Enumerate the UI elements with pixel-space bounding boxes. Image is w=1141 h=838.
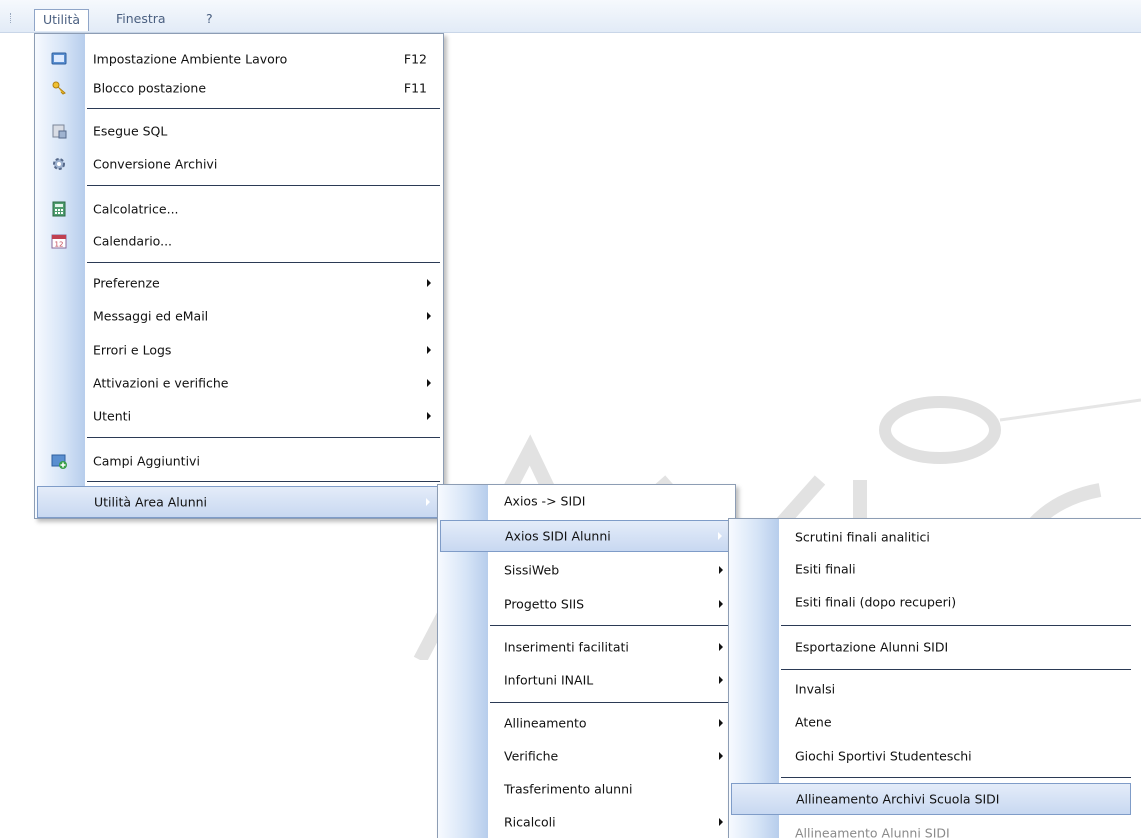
menu-separator xyxy=(781,669,1131,670)
menu-separator xyxy=(490,702,732,703)
menu-item-inserimenti-facilitati[interactable]: Inserimenti facilitati xyxy=(440,632,733,662)
menu-separator xyxy=(87,481,440,482)
add-field-icon xyxy=(51,454,67,469)
menu-item-preferenze[interactable]: Preferenze xyxy=(37,268,441,298)
menu-item-esegue-sql[interactable]: Esegue SQL xyxy=(37,116,441,146)
menubar: Utilità Finestra ? xyxy=(0,0,1141,33)
utilita-dropdown-menu: Impostazione Ambiente Lavoro F12 Blocco … xyxy=(34,33,444,519)
menu-item-esiti-finali[interactable]: Esiti finali xyxy=(731,554,1139,584)
submenu-arrow-icon xyxy=(427,412,431,420)
menu-item-attivazioni-e-verifiche[interactable]: Attivazioni e verifiche xyxy=(37,368,441,398)
submenu-arrow-icon xyxy=(427,312,431,320)
monitor-settings-icon xyxy=(51,52,67,65)
menu-item-progetto-siis[interactable]: Progetto SIIS xyxy=(440,589,733,619)
menu-item-giochi-sportivi-studenteschi[interactable]: Giochi Sportivi Studenteschi xyxy=(731,741,1139,771)
calendar-icon: 12 xyxy=(51,234,67,249)
menu-utilita[interactable]: Utilità xyxy=(34,9,90,31)
menu-separator xyxy=(87,185,440,186)
menu-item-utenti[interactable]: Utenti xyxy=(37,401,441,431)
menu-separator xyxy=(781,625,1131,626)
submenu-arrow-icon xyxy=(719,818,723,826)
menu-item-esportazione-alunni-sidi[interactable]: Esportazione Alunni SIDI xyxy=(731,632,1139,662)
menu-item-scrutini-finali-analitici[interactable]: Scrutini finali analitici xyxy=(731,522,1139,552)
menu-finestra[interactable]: Finestra xyxy=(108,9,174,31)
svg-text:12: 12 xyxy=(55,241,64,249)
sql-icon xyxy=(52,124,67,139)
toolbar-grip[interactable] xyxy=(10,13,13,23)
menu-item-ricalcoli[interactable]: Ricalcoli xyxy=(440,807,733,837)
submenu-arrow-icon xyxy=(427,279,431,287)
menu-item-atene[interactable]: Atene xyxy=(731,707,1139,737)
menu-item-sissiweb[interactable]: SissiWeb xyxy=(440,555,733,585)
menu-item-trasferimento-alunni[interactable]: Trasferimento alunni xyxy=(440,774,733,804)
menu-item-impostazione-ambiente-lavoro[interactable]: Impostazione Ambiente Lavoro F12 xyxy=(37,44,441,74)
convert-gear-icon xyxy=(53,158,65,170)
menu-item-verifiche[interactable]: Verifiche xyxy=(440,741,733,771)
menu-item-invalsi[interactable]: Invalsi xyxy=(731,674,1139,704)
menu-item-errori-e-logs[interactable]: Errori e Logs xyxy=(37,335,441,365)
menu-separator xyxy=(87,437,440,438)
keys-icon xyxy=(52,81,66,95)
submenu-arrow-icon xyxy=(426,498,430,506)
axios-sidi-alunni-submenu: Scrutini finali analitici Esiti finali E… xyxy=(728,518,1141,838)
submenu-arrow-icon xyxy=(427,379,431,387)
submenu-arrow-icon xyxy=(719,719,723,727)
menu-item-calendario[interactable]: 12 Calendario... xyxy=(37,226,441,256)
submenu-arrow-icon xyxy=(719,676,723,684)
submenu-arrow-icon xyxy=(718,532,722,540)
menu-item-allineamento[interactable]: Allineamento xyxy=(440,708,733,738)
menu-item-esiti-finali-dopo-recuperi[interactable]: Esiti finali (dopo recuperi) xyxy=(731,587,1139,617)
menu-item-allineamento-archivi-scuola-sidi[interactable]: Allineamento Archivi Scuola SIDI xyxy=(731,783,1131,815)
menu-item-axios-sidi-alunni[interactable]: Axios SIDI Alunni xyxy=(440,520,733,552)
menu-item-axios-sidi[interactable]: Axios -> SIDI xyxy=(440,486,733,516)
menu-separator xyxy=(490,625,732,626)
submenu-arrow-icon xyxy=(719,752,723,760)
menu-separator xyxy=(781,777,1131,778)
menu-item-calcolatrice[interactable]: Calcolatrice... xyxy=(37,194,441,224)
menu-item-infortuni-inail[interactable]: Infortuni INAIL xyxy=(440,665,733,695)
menu-separator xyxy=(87,108,440,109)
menu-item-allineamento-alunni-sidi: Allineamento Alunni SIDI xyxy=(795,825,950,838)
calculator-icon xyxy=(52,201,66,217)
area-alunni-submenu: Axios -> SIDI Axios SIDI Alunni SissiWeb… xyxy=(437,484,736,838)
menu-item-blocco-postazione[interactable]: Blocco postazione F11 xyxy=(37,73,441,103)
menu-item-conversione-archivi[interactable]: Conversione Archivi xyxy=(37,149,441,179)
submenu-arrow-icon xyxy=(719,643,723,651)
menu-help[interactable]: ? xyxy=(198,9,221,31)
submenu-arrow-icon xyxy=(719,566,723,574)
submenu-arrow-icon xyxy=(719,600,723,608)
menu-item-utilita-area-alunni[interactable]: Utilità Area Alunni xyxy=(37,486,441,518)
menu-item-messaggi-ed-email[interactable]: Messaggi ed eMail xyxy=(37,301,441,331)
menu-separator xyxy=(87,262,440,263)
menu-item-campi-aggiuntivi[interactable]: Campi Aggiuntivi xyxy=(37,446,441,476)
submenu-arrow-icon xyxy=(427,346,431,354)
